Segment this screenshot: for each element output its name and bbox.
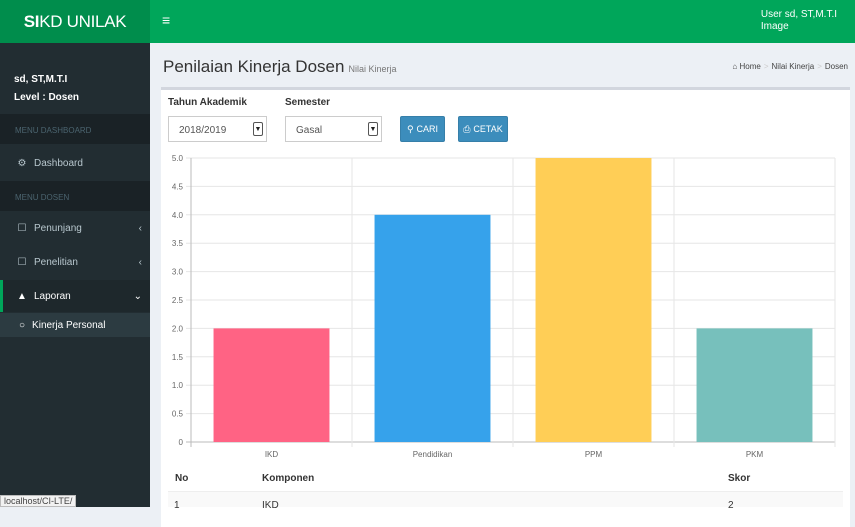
x-tick-label: IKD [265,450,279,459]
user-menu[interactable]: User sd, ST,M.T.I Image [761,9,837,33]
x-tick-label: PPM [585,450,603,459]
bar-ikd [214,328,330,442]
cetak-label: CETAK [473,124,502,134]
sidebar-item-label: Laporan [34,291,71,302]
breadcrumb: ⌂ Home>Nilai Kinerja>Dosen [732,62,848,71]
user-image-alt: Image [761,21,837,33]
y-tick-label: 0 [179,438,184,447]
top-navbar: ≡ User sd, ST,M.T.I Image [150,0,855,43]
home-icon: ⌂ [732,62,737,71]
cetak-button[interactable]: ⎙CETAK [458,116,508,142]
graduation-cap-icon: ▲ [16,291,28,302]
y-tick-label: 5.0 [172,154,184,163]
table-header-no: No [175,473,188,484]
sidebar-user-level: Level : Dosen [14,89,79,107]
sidebar-item-label: Penelitian [34,257,78,268]
sidebar-item-label: Penunjang [34,223,82,234]
tahun-akademik-label: Tahun Akademik [168,97,247,108]
table-cell-skor: 2 [728,500,734,511]
cari-label: CARI [417,124,439,134]
table-header-komponen: Komponen [262,473,314,484]
semester-value: Gasal [296,125,322,136]
dropdown-arrow-icon: ▼ [368,122,378,136]
sidebar-item-penunjang[interactable]: ☐ Penunjang ‹ [0,212,150,244]
y-tick-label: 2.0 [172,324,184,333]
sidebar-item-label: Dashboard [34,158,83,169]
sidebar-item-penelitian[interactable]: ☐ Penelitian ‹ [0,246,150,278]
page-title: Penilaian Kinerja Dosen Nilai Kinerja [163,57,396,77]
sidebar-item-laporan[interactable]: ▲ Laporan ⌄ [0,280,150,312]
y-tick-label: 1.5 [172,353,184,362]
logo-text: KD UNILAK [39,12,126,32]
sidebar-user-panel: sd, ST,M.T.I Level : Dosen [14,71,79,107]
logo-bold: SI [24,12,39,32]
table-cell-no: 1 [174,500,180,511]
sidebar-user-name: sd, ST,M.T.I [14,71,79,89]
sidebar-item-dashboard[interactable]: ⚙ Dashboard [0,147,150,179]
bar-ppm [536,158,652,442]
y-tick-label: 3.0 [172,268,184,277]
page-title-text: Penilaian Kinerja Dosen [163,57,344,76]
bookmark-icon: ☐ [16,257,28,268]
bar-pendidikan [375,215,491,442]
chevron-left-icon: ‹ [139,257,142,268]
tahun-akademik-value: 2018/2019 [179,125,226,136]
breadcrumb-dosen: Dosen [825,62,848,71]
y-tick-label: 1.0 [172,381,184,390]
y-tick-label: 0.5 [172,410,184,419]
dashboard-icon: ⚙ [16,158,28,169]
sidebar-toggle-icon[interactable]: ≡ [162,13,170,27]
bar-pkm [697,328,813,442]
y-tick-label: 2.5 [172,296,184,305]
sidebar: sd, ST,M.T.I Level : Dosen MENU DASHBOAR… [0,43,150,507]
search-icon: ⚲ [407,124,414,135]
circle-icon: ○ [19,320,25,331]
cari-button[interactable]: ⚲CARI [400,116,445,142]
y-tick-label: 4.0 [172,211,184,220]
x-tick-label: PKM [746,450,764,459]
bookmark-icon: ☐ [16,223,28,234]
user-name: User sd, ST,M.T.I [761,9,837,21]
semester-label: Semester [285,97,330,108]
y-tick-label: 3.5 [172,239,184,248]
table-cell-komponen: IKD [262,500,279,511]
y-tick-label: 4.5 [172,182,184,191]
sidebar-subitem-label: Kinerja Personal [32,320,105,331]
breadcrumb-home[interactable]: Home [740,62,761,71]
dropdown-arrow-icon: ▼ [253,122,263,136]
kinerja-bar-chart: 0 0.5 1.0 1.5 2.0 2.5 3.0 3.5 4.0 4.5 5.0 IKD Pendid… [161,145,850,465]
sidebar-header-dashboard: MENU DASHBOARD [0,114,150,144]
chevron-left-icon: ‹ [139,223,142,234]
chevron-down-icon: ⌄ [134,291,142,302]
table-header-skor: Skor [728,473,750,484]
app-logo[interactable]: SIKD UNILAK [0,0,150,43]
tahun-akademik-select[interactable]: 2018/2019 ▼ [168,116,267,142]
page-subtitle: Nilai Kinerja [348,64,396,74]
semester-select[interactable]: Gasal ▼ [285,116,382,142]
print-icon: ⎙ [463,124,470,135]
status-bar-url: localhost/CI-LTE/ [0,495,76,507]
table-row: 1 IKD 2 [168,491,843,507]
sidebar-header-dosen: MENU DOSEN [0,181,150,211]
breadcrumb-nilai-kinerja[interactable]: Nilai Kinerja [772,62,815,71]
x-tick-label: Pendidikan [413,450,453,459]
sidebar-subitem-kinerja-personal[interactable]: ○ Kinerja Personal [0,313,150,337]
